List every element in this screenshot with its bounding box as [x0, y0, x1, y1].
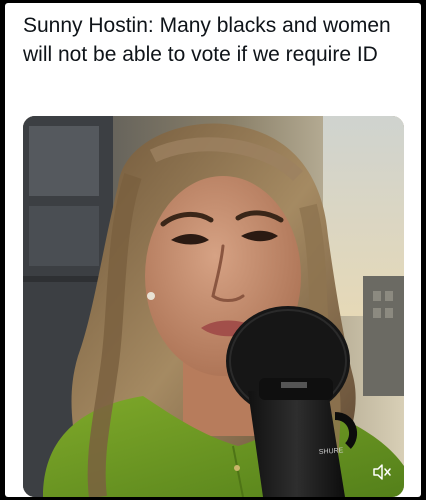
post-card: Sunny Hostin: Many blacks and women will…: [5, 3, 421, 497]
post-text: Sunny Hostin: Many blacks and women will…: [23, 14, 391, 66]
video-player[interactable]: SHURE: [23, 116, 404, 497]
mute-icon[interactable]: [372, 463, 392, 481]
video-frame: SHURE: [23, 116, 404, 497]
